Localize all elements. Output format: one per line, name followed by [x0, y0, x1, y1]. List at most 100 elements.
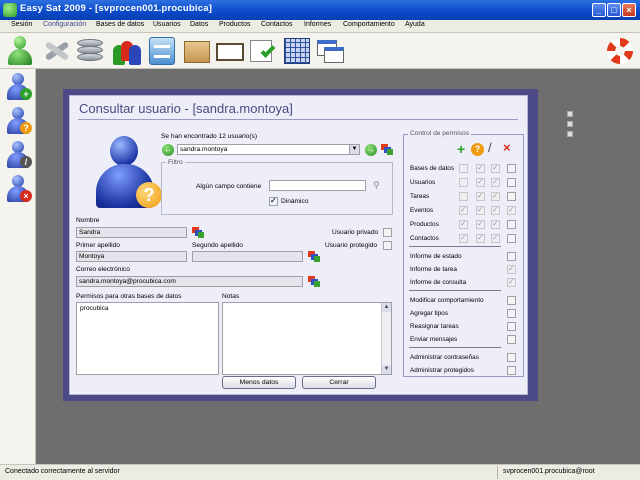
add-user-icon[interactable]: +	[3, 71, 33, 103]
cabinet-icon[interactable]	[146, 35, 178, 67]
copy-users-icon[interactable]	[381, 144, 393, 155]
window-title: Easy Sat 2009 - [svprocen001.procubica]	[20, 3, 213, 14]
permisos-list[interactable]: procubica	[76, 302, 219, 375]
perm-row-label: Productos	[410, 221, 439, 228]
window-title-bar: Easy Sat 2009 - [svprocen001.procubica] …	[0, 0, 640, 20]
menos-datos-button[interactable]: Menos datos	[222, 376, 296, 389]
book-icon[interactable]	[214, 35, 246, 67]
chevron-down-icon[interactable]: ▼	[349, 145, 359, 154]
app-icon	[3, 3, 17, 17]
query-permission-icon[interactable]: ?	[471, 143, 484, 156]
menu-datos[interactable]: Datos	[190, 21, 208, 28]
perm-check[interactable]	[507, 178, 516, 187]
perm-row-label: Contactos	[410, 235, 439, 242]
edit-user-icon[interactable]: /	[3, 139, 33, 171]
tools-icon[interactable]	[40, 35, 72, 67]
windows-icon[interactable]	[314, 35, 346, 67]
perm-admin-label: Administrar contraseñas	[410, 354, 479, 361]
menu-sesion[interactable]: Sesión	[11, 21, 32, 28]
perm-check[interactable]	[507, 322, 516, 331]
perm-check[interactable]	[507, 309, 516, 318]
copy-apellidos-icon[interactable]	[308, 251, 320, 262]
menu-productos[interactable]: Productos	[219, 21, 251, 28]
status-bar: Conectado correctamente al servidor svpr…	[0, 464, 640, 480]
menu-configuracion[interactable]: Configuración	[43, 21, 86, 28]
minimize-button[interactable]: _	[592, 3, 606, 17]
copy-nombre-icon[interactable]	[192, 227, 204, 238]
menu-ayuda[interactable]: Ayuda	[405, 21, 425, 28]
perm-check	[507, 277, 516, 287]
perm-check	[476, 163, 485, 173]
perm-check	[507, 264, 516, 274]
database-icon[interactable]	[74, 35, 106, 67]
grid-icon[interactable]	[281, 35, 313, 67]
perm-row-label: Bases de datos	[410, 165, 455, 172]
user-select[interactable]: sandra.montoya ▼	[177, 144, 360, 155]
perm-check[interactable]	[507, 296, 516, 305]
perm-check	[491, 205, 500, 215]
maximize-button[interactable]: □	[607, 3, 621, 17]
perm-check	[459, 192, 468, 201]
close-button[interactable]: ×	[622, 3, 636, 17]
perm-comportamiento-label: Modificar comportamiento	[410, 297, 484, 304]
perm-check	[491, 191, 500, 201]
correo-label: Correo electrónico	[76, 266, 130, 273]
perm-check	[476, 191, 485, 201]
checklist-icon[interactable]	[247, 35, 279, 67]
menu-informes[interactable]: Informes	[304, 21, 331, 28]
search-input[interactable]	[269, 180, 366, 191]
notas-textarea[interactable]: ▲ ▼	[222, 302, 392, 375]
permission-control-panel: Control de permisos + ? / × Bases de dat…	[403, 130, 524, 377]
perm-check[interactable]	[507, 192, 516, 201]
perm-check[interactable]	[507, 164, 516, 173]
copy-correo-icon[interactable]	[308, 276, 320, 287]
usuario-privado-checkbox[interactable]	[383, 228, 392, 237]
perm-check[interactable]	[507, 234, 516, 243]
next-user-button[interactable]: →	[365, 144, 377, 156]
edit-permission-icon[interactable]: /	[488, 140, 492, 155]
nombre-label: Nombre	[76, 217, 100, 224]
perm-check[interactable]	[507, 353, 516, 362]
perm-check[interactable]	[507, 252, 516, 261]
perm-check[interactable]	[507, 366, 516, 375]
cerrar-button[interactable]: Cerrar	[302, 376, 376, 389]
nombre-field[interactable]: Sandra	[76, 227, 187, 238]
perm-check[interactable]	[507, 220, 516, 229]
primer-apellido-field[interactable]: Montoya	[76, 251, 187, 262]
user-select-value: sandra.montoya	[180, 146, 228, 153]
perm-check	[459, 219, 468, 229]
user-icon[interactable]	[4, 35, 36, 67]
perm-informe-label: Informe de tarea	[410, 266, 457, 273]
box-icon[interactable]	[181, 35, 213, 67]
menu-comportamiento[interactable]: Comportamiento	[343, 21, 395, 28]
query-user-icon[interactable]: ?	[3, 105, 33, 137]
perm-check[interactable]	[507, 335, 516, 344]
perm-divider	[409, 290, 501, 291]
perm-row-label: Usuarios	[410, 179, 436, 186]
dynamic-checkbox[interactable]	[269, 196, 278, 206]
notas-scrollbar[interactable]: ▲ ▼	[381, 303, 391, 374]
user-action-sidebar: + ? / ×	[0, 69, 36, 464]
child-window-controls[interactable]	[567, 111, 573, 137]
segundo-apellido-label: Segundo apellido	[192, 242, 243, 249]
delete-permission-icon[interactable]: ×	[503, 140, 511, 155]
delete-user-icon[interactable]: ×	[3, 173, 33, 205]
menu-bases-de-datos[interactable]: Bases de datos	[96, 21, 144, 28]
perm-check	[491, 219, 500, 229]
previous-user-button[interactable]: ←	[162, 144, 174, 156]
help-lifebuoy-icon[interactable]	[604, 35, 636, 67]
menu-usuarios[interactable]: Usuarios	[153, 21, 181, 28]
menu-contactos[interactable]: Contactos	[261, 21, 293, 28]
search-icon[interactable]: ⚲	[373, 180, 380, 191]
segundo-apellido-field[interactable]	[192, 251, 303, 262]
user-query-avatar-icon: ?	[92, 136, 164, 210]
users-icon[interactable]	[111, 35, 143, 67]
perm-divider	[409, 246, 501, 247]
menu-bar: Sesión Configuración Bases de datos Usua…	[0, 20, 640, 33]
usuario-protegido-checkbox[interactable]	[383, 241, 392, 250]
correo-field[interactable]: sandra.montoya@procubica.com	[76, 276, 303, 287]
usuario-protegido-label: Usuario protegido	[325, 242, 378, 249]
list-item[interactable]: procubica	[77, 303, 218, 314]
perm-check	[491, 177, 500, 187]
add-permission-icon[interactable]: +	[457, 141, 465, 157]
